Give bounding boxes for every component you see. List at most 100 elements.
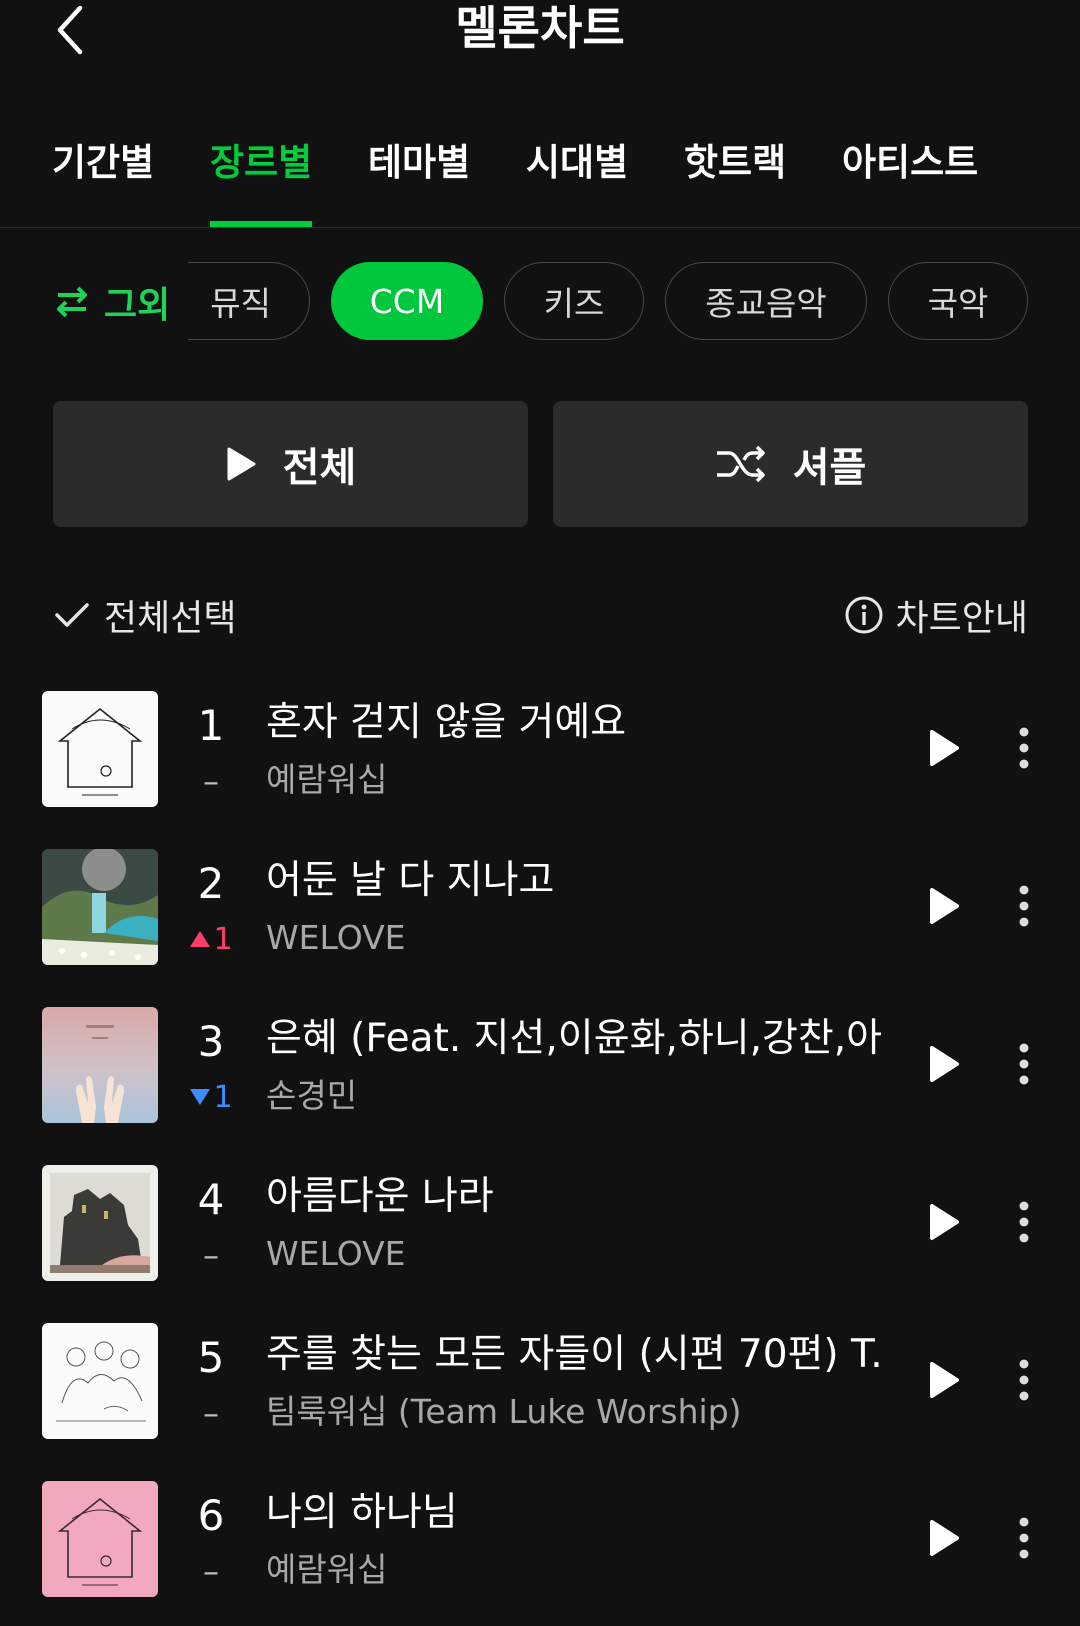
song-play-button[interactable] [914, 876, 974, 936]
song-play-button[interactable] [914, 718, 974, 778]
swap-arrows-icon [57, 286, 87, 318]
rank-number: 2 [197, 859, 225, 908]
song-row[interactable]: 3 1 은혜 (Feat. 지선,이윤화,하니,강찬,아... 손경민 [0, 999, 1080, 1157]
album-art[interactable] [42, 1323, 158, 1439]
more-vertical-icon [1019, 885, 1029, 927]
genre-group-toggle[interactable]: 그외 [54, 262, 189, 342]
song-artist[interactable]: 팀룩워십 (Team Luke Worship) [266, 1387, 886, 1437]
tab-artist[interactable]: 아티스트 [842, 138, 978, 188]
song-artist[interactable]: 예람워십 [266, 755, 886, 805]
more-vertical-icon [1019, 1201, 1029, 1243]
song-play-button[interactable] [914, 1508, 974, 1568]
genre-toggle-label: 그외 [104, 285, 171, 326]
play-all-label: 전체 [282, 445, 357, 491]
genre-chip-label: 뮤직 [210, 284, 271, 323]
album-art[interactable] [42, 1165, 158, 1281]
play-icon [930, 1520, 959, 1556]
tab-era[interactable]: 시대별 [526, 138, 628, 188]
tab-period[interactable]: 기간별 [52, 138, 154, 188]
song-more-button[interactable] [1004, 876, 1044, 936]
shuffle-icon [716, 445, 765, 483]
play-icon [930, 1046, 959, 1082]
album-art[interactable] [42, 1007, 158, 1123]
song-row[interactable]: 6 – 나의 하나님 예람워십 [0, 1473, 1080, 1626]
rank-change: – [186, 1235, 236, 1275]
info-icon [845, 596, 883, 634]
song-row[interactable]: 1 – 혼자 걷지 않을 거예요 예람워십 [0, 683, 1080, 841]
genre-chip-label: 국악 [927, 284, 989, 323]
genre-chip-ccm[interactable]: CCM [331, 262, 483, 340]
genre-chip-korean-traditional[interactable]: 국악 [888, 262, 1028, 340]
song-play-button[interactable] [914, 1192, 974, 1252]
more-vertical-icon [1019, 1517, 1029, 1559]
rank-change-value: 1 [213, 1079, 233, 1115]
song-more-button[interactable] [1004, 1350, 1044, 1410]
play-icon [930, 1204, 959, 1240]
rank-up-icon [190, 931, 211, 947]
song-row[interactable]: 4 – 아름다운 나라 WELOVE [0, 1157, 1080, 1315]
rank-change: 1 [186, 919, 236, 959]
song-list: 1 – 혼자 걷지 않을 거예요 예람워십 2 1 어둔 날 다 지나고 WEL… [0, 683, 1080, 1626]
select-all-button[interactable]: 전체선택 [54, 585, 236, 645]
album-art[interactable] [42, 849, 158, 965]
song-more-button[interactable] [1004, 1192, 1044, 1252]
genre-chip-religious[interactable]: 종교음악 [665, 262, 867, 340]
chart-guide-label: 차트안내 [895, 598, 1028, 639]
rank-change: – [186, 1551, 236, 1591]
rank-change: – [186, 761, 236, 801]
shuffle-button[interactable]: 셔플 [553, 401, 1028, 527]
song-row[interactable]: 5 – 주를 찾는 모든 자들이 (시편 70편) T... 팀룩워십 (Tea… [0, 1315, 1080, 1473]
rank-number: 5 [197, 1333, 225, 1382]
song-artist[interactable]: 예람워십 [266, 1545, 886, 1595]
play-icon [930, 888, 959, 924]
song-title[interactable]: 어둔 날 다 지나고 [266, 853, 886, 909]
rank-number: 1 [197, 701, 225, 750]
song-artist[interactable]: 손경민 [266, 1071, 886, 1121]
album-art[interactable] [42, 691, 158, 807]
genre-chip-label: 키즈 [543, 284, 605, 323]
song-more-button[interactable] [1004, 1508, 1044, 1568]
rank-down-icon [190, 1089, 211, 1105]
song-artist[interactable]: WELOVE [266, 913, 886, 963]
song-title[interactable]: 나의 하나님 [266, 1485, 886, 1541]
more-vertical-icon [1019, 727, 1029, 769]
rank-change-value: – [203, 1236, 219, 1274]
rank-change-value: 1 [213, 921, 233, 957]
rank-change: 1 [186, 1077, 236, 1117]
rank-change-value: – [203, 762, 219, 800]
play-icon [227, 447, 256, 481]
chart-guide-button[interactable]: 차트안내 [844, 585, 1028, 645]
page-title: 멜론차트 [455, 1, 625, 55]
select-all-label: 전체선택 [104, 598, 237, 639]
album-art[interactable] [42, 1481, 158, 1597]
checkmark-icon [55, 603, 89, 627]
song-row[interactable]: 2 1 어둔 날 다 지나고 WELOVE [0, 841, 1080, 999]
song-play-button[interactable] [914, 1350, 974, 1410]
rank-change: – [186, 1393, 236, 1433]
song-title[interactable]: 혼자 걷지 않을 거예요 [266, 695, 886, 751]
song-title[interactable]: 은혜 (Feat. 지선,이윤화,하니,강찬,아... [266, 1011, 886, 1067]
genre-chip-kids[interactable]: 키즈 [504, 262, 644, 340]
play-all-button[interactable]: 전체 [53, 401, 528, 527]
song-more-button[interactable] [1004, 1034, 1044, 1094]
genre-chip-label: CCM [369, 281, 445, 321]
rank-change-value: – [203, 1394, 219, 1432]
genre-filter-row: 뮤직 그외 CCM 키즈 종교음악 국악 [0, 262, 1080, 342]
tab-theme[interactable]: 테마별 [368, 138, 470, 188]
play-icon [930, 730, 959, 766]
more-vertical-icon [1019, 1043, 1029, 1085]
song-artist[interactable]: WELOVE [266, 1229, 886, 1279]
rank-number: 6 [197, 1491, 225, 1540]
more-vertical-icon [1019, 1359, 1029, 1401]
song-more-button[interactable] [1004, 718, 1044, 778]
shuffle-label: 셔플 [792, 445, 867, 491]
song-title[interactable]: 주를 찾는 모든 자들이 (시편 70편) T... [266, 1327, 886, 1383]
tab-genre[interactable]: 장르별 [210, 138, 312, 188]
rank-number: 4 [197, 1175, 225, 1224]
genre-chip-label: 종교음악 [705, 284, 827, 323]
song-title[interactable]: 아름다운 나라 [266, 1169, 886, 1225]
chart-tabs: 기간별 장르별 테마별 시대별 핫트랙 아티스트 [0, 120, 1080, 228]
song-play-button[interactable] [914, 1034, 974, 1094]
tab-hot-track[interactable]: 핫트랙 [684, 138, 786, 188]
play-icon [930, 1362, 959, 1398]
